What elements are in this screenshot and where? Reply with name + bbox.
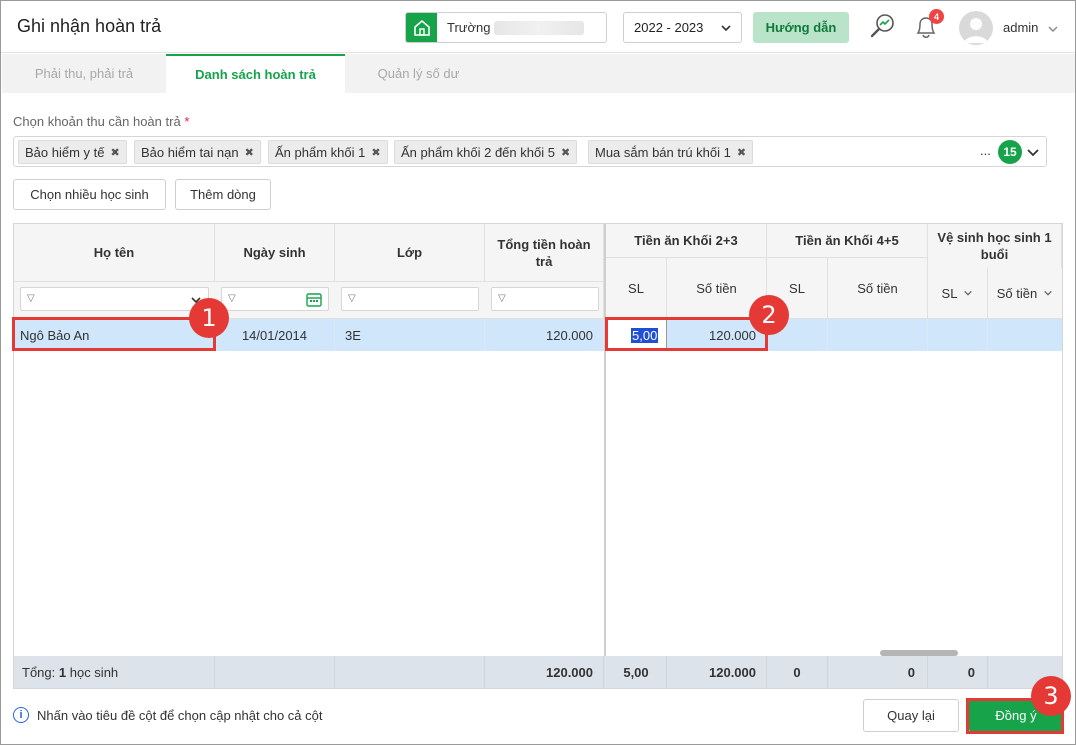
- highlight-name-cell: [12, 317, 216, 351]
- chip-label: Bảo hiểm y tế: [25, 144, 105, 160]
- summary-dob: [215, 656, 335, 688]
- chevron-down-icon: [721, 25, 731, 32]
- page-title: Ghi nhận hoàn trả: [17, 16, 162, 36]
- column-header-sl-label: SL: [941, 285, 958, 301]
- hint-text: i Nhấn vào tiêu đề cột để chọn cập nhật …: [13, 707, 322, 723]
- school-name-redacted: [494, 20, 585, 35]
- highlight-amount-cells: [605, 317, 768, 351]
- top-bar: Ghi nhận hoàn trả Trường 2022 - 2023 Hướ…: [1, 1, 1075, 53]
- filter-icon: ▽: [498, 293, 506, 304]
- refund-grid: Họ tên Ngày sinh Lớp Tổng tiền hoàn trả …: [13, 223, 1063, 689]
- summary-class: [335, 656, 485, 688]
- fee-multiselect[interactable]: Bảo hiểm y tế ✖ Bảo hiểm tai nạn ✖ Ấn phẩm…: [13, 136, 1047, 167]
- app-window: Ghi nhận hoàn trả Trường 2022 - 2023 Hướ…: [0, 0, 1076, 745]
- chip-label: Bảo hiểm tai nạn: [141, 144, 239, 160]
- cell-amount[interactable]: [988, 319, 1062, 351]
- column-header-amount[interactable]: Số tiền: [828, 258, 928, 319]
- chip-label: Mua sắm bán trú khối 1: [595, 144, 731, 160]
- chip-remove-icon[interactable]: ✖: [561, 146, 570, 159]
- add-row-button[interactable]: Thêm dòng: [175, 179, 271, 210]
- column-header-sl[interactable]: SL: [928, 268, 988, 319]
- guide-button[interactable]: Hướng dẫn: [753, 12, 849, 43]
- hint-message: Nhấn vào tiêu đề cột để chọn cập nhật ch…: [37, 707, 323, 723]
- column-group-header-hygiene[interactable]: Vệ sinh học sinh 1 buổi: [928, 224, 1062, 268]
- filter-icon: ▽: [348, 293, 356, 304]
- total-filter-input[interactable]: ▽: [491, 287, 599, 311]
- cell-class[interactable]: 3E: [335, 319, 485, 351]
- more-indicator: ...: [980, 143, 991, 158]
- chip-item[interactable]: Bảo hiểm y tế ✖: [18, 140, 127, 164]
- column-header-amount-label: Số tiền: [996, 285, 1038, 301]
- summary-label: Tổng: 1 học sinh: [14, 656, 215, 688]
- dob-filter-input[interactable]: ▽: [221, 287, 329, 311]
- choose-multiple-students-button[interactable]: Chọn nhiều học sinh: [13, 179, 166, 210]
- frozen-column-divider: [604, 224, 606, 688]
- calendar-icon[interactable]: [306, 292, 322, 307]
- step-marker: 2: [749, 295, 789, 335]
- fee-selector-label: Chọn khoản thu cần hoàn trả *: [13, 114, 189, 129]
- cell-dob[interactable]: 14/01/2014: [215, 319, 335, 351]
- chevron-down-icon: [964, 290, 973, 296]
- summary-g1-sl: 5,00: [606, 656, 667, 688]
- fee-selector-label-text: Chọn khoản thu cần hoàn trả: [13, 114, 181, 129]
- chip-remove-icon[interactable]: ✖: [371, 146, 380, 159]
- back-button[interactable]: Quay lại: [863, 699, 959, 732]
- school-label: Trường: [447, 20, 491, 35]
- chip-item[interactable]: Bảo hiểm tai nạn ✖: [134, 140, 261, 164]
- column-header-amount[interactable]: Số tiền: [988, 268, 1062, 319]
- cell-sl[interactable]: [928, 319, 988, 351]
- step-marker: 1: [189, 298, 229, 338]
- column-group-header-meal-4-5[interactable]: Tiền ăn Khối 4+5: [767, 224, 928, 258]
- column-group-header-meal-2-3[interactable]: Tiền ăn Khối 2+3: [606, 224, 767, 258]
- chevron-down-icon: [1044, 290, 1053, 296]
- selected-count-badge: 15: [998, 140, 1022, 164]
- summary-count: 1: [58, 664, 67, 680]
- chip-remove-icon[interactable]: ✖: [737, 146, 746, 159]
- chip-item[interactable]: Ấn phẩm khối 1 ✖: [268, 140, 388, 164]
- chip-remove-icon[interactable]: ✖: [245, 146, 254, 159]
- user-avatar[interactable]: [959, 11, 993, 45]
- tab-balance-management[interactable]: Quản lý số dư: [345, 54, 492, 93]
- name-filter-input[interactable]: ▽: [20, 287, 209, 311]
- cell-amount[interactable]: [828, 319, 928, 351]
- filter-icon: ▽: [27, 293, 35, 304]
- column-header-sl[interactable]: SL: [606, 258, 667, 319]
- school-year-value: 2022 - 2023: [634, 20, 704, 35]
- summary-g1-amount: 120.000: [667, 656, 767, 688]
- cell-total[interactable]: 120.000: [485, 319, 604, 351]
- summary-label-text: Tổng:: [22, 664, 56, 680]
- column-header-name[interactable]: Họ tên: [14, 224, 215, 282]
- chip-label: Ấn phẩm khối 2 đến khối 5: [401, 144, 555, 160]
- column-header-class[interactable]: Lớp: [335, 224, 485, 282]
- required-mark: *: [184, 114, 190, 129]
- column-header-dob[interactable]: Ngày sinh: [215, 224, 335, 282]
- filter-icon: ▽: [228, 293, 236, 304]
- chip-remove-icon[interactable]: ✖: [111, 146, 120, 159]
- search-analytics-icon[interactable]: [869, 12, 897, 40]
- summary-g3-sl: 0: [928, 656, 988, 688]
- notification-badge: 4: [929, 9, 944, 24]
- column-header-total[interactable]: Tổng tiền hoàn trả: [485, 224, 604, 282]
- chip-item[interactable]: Mua sắm bán trú khối 1 ✖: [588, 140, 754, 164]
- chevron-down-icon[interactable]: [1047, 23, 1059, 35]
- tab-bar: Phải thu, phải trả Danh sách hoàn trả Qu…: [2, 54, 1075, 93]
- tab-refund-list[interactable]: Danh sách hoàn trả: [166, 54, 345, 93]
- info-icon: i: [13, 707, 29, 723]
- chip-label: Ấn phẩm khối 1: [275, 144, 366, 160]
- summary-total: 120.000: [485, 656, 604, 688]
- school-home-icon: [406, 13, 437, 42]
- chip-item[interactable]: Ấn phẩm khối 2 đến khối 5 ✖: [394, 140, 578, 164]
- tab-receivables[interactable]: Phải thu, phải trả: [2, 54, 166, 93]
- username[interactable]: admin: [1003, 20, 1038, 35]
- school-selector[interactable]: Trường: [405, 12, 607, 43]
- summary-g2-sl: 0: [767, 656, 828, 688]
- step-marker: 3: [1031, 676, 1071, 716]
- chevron-down-icon[interactable]: [1026, 145, 1040, 159]
- school-year-select[interactable]: 2022 - 2023: [623, 12, 742, 43]
- summary-unit: học sinh: [69, 664, 119, 680]
- summary-g2-amount: 0: [828, 656, 928, 688]
- class-filter-input[interactable]: ▽: [341, 287, 479, 311]
